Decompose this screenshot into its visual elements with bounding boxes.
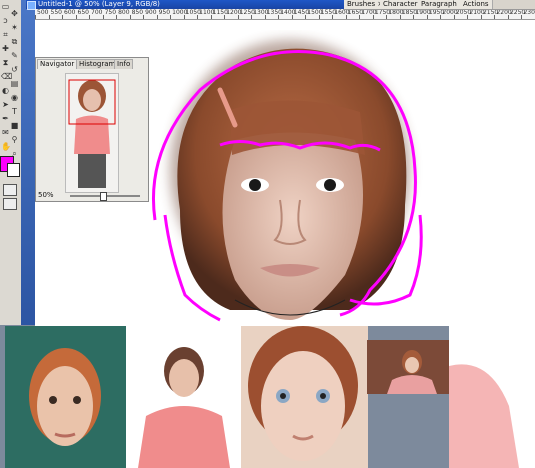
- ruler-label: 800: [118, 9, 130, 16]
- ruler-tick: [521, 15, 523, 19]
- navigator-thumbnail[interactable]: [65, 73, 119, 193]
- ruler-tick: [440, 15, 442, 19]
- dodge-icon[interactable]: ◉: [10, 93, 19, 103]
- ruler-label: 500: [37, 9, 49, 16]
- ruler-label: 900: [145, 9, 157, 16]
- document-title: Untitled-1 @ 50% (Layer 9, RGB/8): [26, 0, 344, 9]
- palette-tab-bar: Brushes × Character Paragraph Actions: [344, 0, 535, 10]
- ruler-tick: [210, 15, 212, 19]
- ruler-label: 550: [50, 9, 62, 16]
- ruler-tick: [143, 15, 145, 19]
- quick-mask-icon[interactable]: [3, 184, 17, 196]
- ruler-label: 650: [77, 9, 89, 16]
- eyedropper-icon[interactable]: ⚲: [10, 135, 19, 145]
- ruler-tick: [278, 15, 280, 19]
- ruler-label: 950: [158, 9, 171, 16]
- thumbnail-image: [66, 74, 118, 192]
- ruler-tick: [75, 15, 77, 19]
- gradient-icon[interactable]: ▤: [10, 79, 19, 89]
- ruler-tick: [507, 15, 509, 19]
- horizontal-ruler[interactable]: 500 550 600 650 700 750 800 850 900 950 1000 1050 11…: [35, 9, 535, 20]
- reference-photo-5: [449, 326, 535, 468]
- tab-navigator[interactable]: Navigator: [37, 59, 78, 69]
- reference-photo-1: [5, 326, 126, 468]
- tab-character[interactable]: Character: [380, 0, 422, 9]
- reference-photo-4: [367, 340, 449, 394]
- desktop-strip: [21, 0, 35, 325]
- ruler-tick: [453, 15, 455, 19]
- shape-icon[interactable]: ■: [10, 121, 19, 131]
- ruler-tick: [467, 15, 469, 19]
- tab-info[interactable]: Info: [114, 59, 134, 69]
- pen-icon[interactable]: ✒: [1, 114, 10, 124]
- blur-icon[interactable]: ◐: [1, 86, 10, 96]
- ruler-tick: [251, 15, 253, 19]
- ruler-tick: [305, 15, 307, 19]
- painting-artwork[interactable]: [140, 30, 440, 330]
- eraser-icon[interactable]: ⌫: [1, 72, 12, 82]
- ruler-tick: [426, 15, 428, 19]
- ruler-tick: [372, 15, 374, 19]
- navigator-panel: Navigator Histogram Info: [35, 57, 149, 202]
- ruler-label: 850: [131, 9, 144, 16]
- tab-paragraph[interactable]: Paragraph: [418, 0, 461, 9]
- stamp-icon[interactable]: ⧗: [1, 58, 10, 68]
- lasso-icon[interactable]: ↄ: [1, 16, 10, 26]
- ruler-tick: [170, 15, 172, 19]
- reference-photo-3: [241, 326, 368, 468]
- path-select-icon[interactable]: ➤: [1, 100, 10, 110]
- ruler-tick: [48, 15, 50, 19]
- ruler-tick: [89, 15, 91, 19]
- left-pupil: [249, 179, 261, 191]
- screen-mode-icon[interactable]: [3, 198, 17, 210]
- ruler-tick: [237, 15, 239, 19]
- ruler-tick: [35, 15, 36, 19]
- slice-icon[interactable]: ⧉: [10, 37, 19, 47]
- tab-brushes-label: Brushes: [347, 0, 376, 8]
- ruler-tick: [62, 15, 64, 19]
- marquee-icon[interactable]: ▭: [1, 2, 10, 12]
- ruler-tick: [102, 15, 104, 19]
- ruler-label: 2300: [523, 9, 535, 16]
- ruler-tick: [129, 15, 131, 19]
- ruler-label: 750: [104, 9, 117, 16]
- type-icon[interactable]: T: [10, 107, 19, 117]
- ruler-tick: [413, 15, 415, 19]
- ruler-tick: [332, 15, 334, 19]
- ruler-tick: [156, 15, 158, 19]
- ruler-tick: [494, 15, 496, 19]
- ruler-tick: [399, 15, 401, 19]
- navigator-zoom-knob[interactable]: [100, 192, 107, 201]
- ruler-tick: [291, 15, 293, 19]
- ruler-tick: [264, 15, 266, 19]
- reference-photo-2: [126, 326, 241, 468]
- ruler-tick: [183, 15, 185, 19]
- move-icon[interactable]: ✥: [10, 9, 19, 19]
- tab-histogram[interactable]: Histogram: [76, 59, 119, 69]
- ruler-label: 600: [64, 9, 76, 16]
- brush-icon[interactable]: ✎: [10, 51, 19, 61]
- hand-icon[interactable]: ✋: [1, 142, 11, 152]
- ruler-tick: [386, 15, 388, 19]
- healing-icon[interactable]: ✚: [1, 44, 10, 54]
- notes-icon[interactable]: ✉: [1, 128, 10, 138]
- navigator-zoom-field[interactable]: 50%: [38, 191, 54, 199]
- ruler-tick: [197, 15, 199, 19]
- background-color-swatch[interactable]: [7, 163, 20, 177]
- magic-wand-icon[interactable]: ✶: [10, 23, 19, 33]
- ruler-label: 700: [91, 9, 103, 16]
- ruler-tick: [480, 15, 482, 19]
- crop-icon[interactable]: ⌗: [1, 30, 10, 40]
- ruler-tick: [318, 15, 320, 19]
- right-pupil: [324, 179, 336, 191]
- tab-actions[interactable]: Actions: [460, 0, 493, 9]
- ruler-tick: [116, 15, 118, 19]
- ruler-tick: [224, 15, 226, 19]
- ruler-tick: [359, 15, 361, 19]
- ruler-tick: [345, 15, 347, 19]
